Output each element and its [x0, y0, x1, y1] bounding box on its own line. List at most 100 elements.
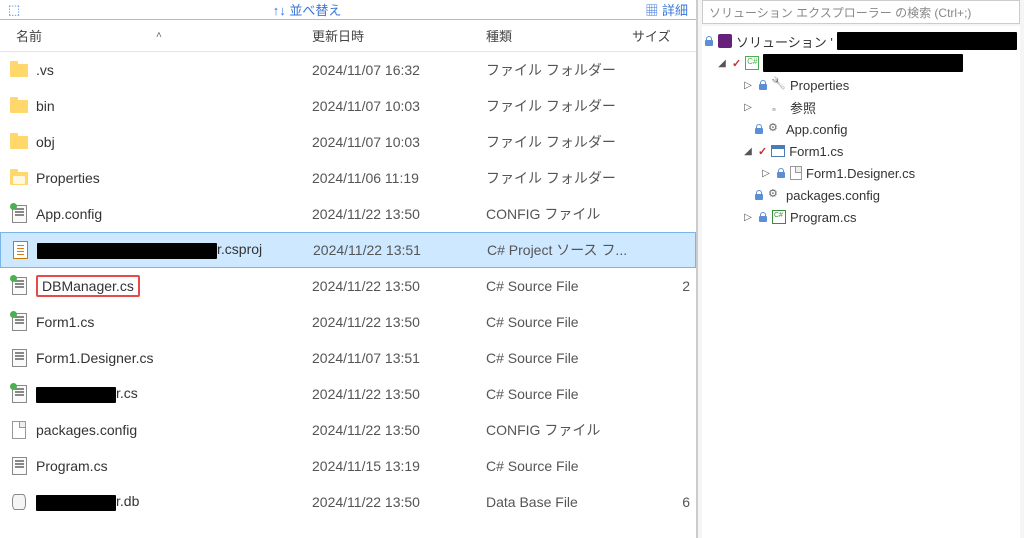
tree-node-packages[interactable]: packages.config — [702, 184, 1020, 206]
file-date: 2024/11/15 13:19 — [312, 458, 486, 474]
tree-node-references[interactable]: ▷ 参照 — [702, 96, 1020, 118]
file-row[interactable]: DBManager.cs 2024/11/22 13:50C# Source Fi… — [0, 268, 696, 304]
file-date: 2024/11/22 13:50 — [312, 314, 486, 330]
file-type: Data Base File — [486, 494, 632, 510]
file-name: r.cs — [36, 385, 138, 402]
config-icon — [768, 122, 782, 136]
expander-icon[interactable]: ▷ — [742, 80, 754, 91]
references-icon — [772, 100, 786, 115]
file-explorer-pane: ⬚ ↑↓ 並べ替え ▦ 詳細 名前 ˄ 更新日時 種類 サイズ .vs2024/… — [0, 0, 697, 538]
fileic-icon — [10, 421, 28, 439]
lock-icon — [758, 212, 768, 222]
file-name: r.csproj — [37, 241, 262, 258]
file-size: 6 — [632, 494, 696, 510]
file-type: C# Source File — [486, 278, 632, 294]
solution-explorer-pane: ソリューション エクスプローラー の検索 (Ctrl+;) ソリューション ' … — [697, 0, 1024, 538]
folder-icon — [10, 133, 28, 151]
file-type: ファイル フォルダー — [486, 96, 632, 116]
file-type: C# Source File — [486, 386, 632, 402]
check-icon: ✓ — [732, 57, 741, 70]
folderp-icon — [10, 169, 28, 187]
lock-icon — [754, 124, 764, 134]
file-type: ファイル フォルダー — [486, 60, 632, 80]
file-type: C# Project ソース フ... — [487, 240, 633, 260]
file-name: DBManager.cs — [36, 275, 140, 297]
file-date: 2024/11/22 13:50 — [312, 386, 486, 402]
form-icon — [771, 145, 785, 157]
lock-icon — [776, 168, 786, 178]
file-size: 2 — [632, 278, 696, 294]
folder-icon — [10, 61, 28, 79]
lock-icon — [704, 36, 714, 46]
redacted-text — [763, 54, 963, 72]
col-type-header[interactable]: 種類 — [486, 26, 632, 45]
tree-node-form1designer[interactable]: ▷ Form1.Designer.cs — [702, 162, 1020, 184]
file-type: CONFIG ファイル — [486, 420, 632, 440]
check-icon: ✓ — [758, 145, 767, 158]
file-row[interactable]: obj 2024/11/07 10:03ファイル フォルダー — [0, 124, 696, 160]
file-list: .vs2024/11/07 16:32ファイル フォルダーbin2024/11/… — [0, 52, 696, 538]
column-headers: 名前 ˄ 更新日時 種類 サイズ — [0, 20, 696, 52]
file-date: 2024/11/22 13:51 — [313, 242, 487, 258]
file-row[interactable]: r.db 2024/11/22 13:50Data Base File6 — [0, 484, 696, 520]
col-size-header[interactable]: サイズ — [632, 26, 696, 45]
detail-label[interactable]: 詳細 — [662, 3, 688, 18]
sort-label[interactable]: 並べ替え — [289, 3, 341, 18]
cfg-icon — [10, 349, 28, 367]
file-name: Properties — [36, 170, 100, 186]
col-date-header[interactable]: 更新日時 — [312, 26, 486, 45]
config-icon — [768, 188, 782, 202]
file-name: App.config — [36, 206, 102, 222]
expander-icon[interactable]: ▷ — [760, 168, 772, 179]
tree-node-properties[interactable]: ▷ Properties — [702, 74, 1020, 96]
tree-node-appconfig[interactable]: App.config — [702, 118, 1020, 140]
explorer-toolbar: ⬚ ↑↓ 並べ替え ▦ 詳細 — [0, 0, 696, 20]
file-date: 2024/11/22 13:50 — [312, 494, 486, 510]
expander-icon[interactable]: ▷ — [742, 102, 754, 113]
file-type: C# Source File — [486, 458, 632, 474]
file-row[interactable]: Form1.cs2024/11/22 13:50C# Source File — [0, 304, 696, 340]
csproj-icon — [745, 56, 759, 70]
file-name: r.db — [36, 493, 139, 510]
file-row[interactable]: Program.cs2024/11/15 13:19C# Source File — [0, 448, 696, 484]
cfg-icon — [10, 277, 28, 295]
file-row[interactable]: .vs2024/11/07 16:32ファイル フォルダー — [0, 52, 696, 88]
file-row[interactable]: bin2024/11/07 10:03ファイル フォルダー — [0, 88, 696, 124]
solution-label: ソリューション ' — [736, 32, 833, 51]
csp-icon — [11, 241, 29, 259]
cfg-icon — [10, 313, 28, 331]
file-row[interactable]: Properties2024/11/06 11:19ファイル フォルダー — [0, 160, 696, 196]
col-name-header[interactable]: 名前 ˄ — [0, 26, 312, 45]
csharp-icon — [772, 210, 786, 224]
file-row[interactable]: r.csproj 2024/11/22 13:51C# Project ソース フ… — [0, 232, 696, 268]
tree-node-form1[interactable]: ◢ ✓ Form1.cs — [702, 140, 1020, 162]
file-name: obj — [36, 134, 55, 150]
file-date: 2024/11/22 13:50 — [312, 278, 486, 294]
expander-icon[interactable]: ▷ — [742, 212, 754, 223]
file-date: 2024/11/07 16:32 — [312, 62, 486, 78]
solution-node[interactable]: ソリューション ' — [702, 30, 1020, 52]
file-type: C# Source File — [486, 314, 632, 330]
file-row[interactable]: App.config2024/11/22 13:50CONFIG ファイル — [0, 196, 696, 232]
file-type: CONFIG ファイル — [486, 204, 632, 224]
folder-icon — [10, 97, 28, 115]
expander-icon[interactable]: ◢ — [716, 58, 728, 69]
file-type: ファイル フォルダー — [486, 132, 632, 152]
file-date: 2024/11/07 13:51 — [312, 350, 486, 366]
file-name: bin — [36, 98, 55, 114]
file-type: C# Source File — [486, 350, 632, 366]
tree-node-program[interactable]: ▷ Program.cs — [702, 206, 1020, 228]
file-row[interactable]: Form1.Designer.cs2024/11/07 13:51C# Sour… — [0, 340, 696, 376]
file-date: 2024/11/22 13:50 — [312, 422, 486, 438]
file-type: ファイル フォルダー — [486, 168, 632, 188]
cfg-icon — [10, 457, 28, 475]
file-row[interactable]: packages.config2024/11/22 13:50CONFIG ファ… — [0, 412, 696, 448]
solution-tree: ソリューション ' ◢ ✓ ▷ Properties ▷ 参照 App.conf… — [702, 26, 1020, 538]
solution-search-input[interactable]: ソリューション エクスプローラー の検索 (Ctrl+;) — [702, 0, 1020, 24]
file-row[interactable]: r.cs 2024/11/22 13:50C# Source File — [0, 376, 696, 412]
wrench-icon — [772, 78, 786, 92]
file-date: 2024/11/07 10:03 — [312, 134, 486, 150]
expander-icon[interactable]: ◢ — [742, 146, 754, 157]
dbic-icon — [10, 493, 28, 511]
project-node[interactable]: ◢ ✓ — [702, 52, 1020, 74]
